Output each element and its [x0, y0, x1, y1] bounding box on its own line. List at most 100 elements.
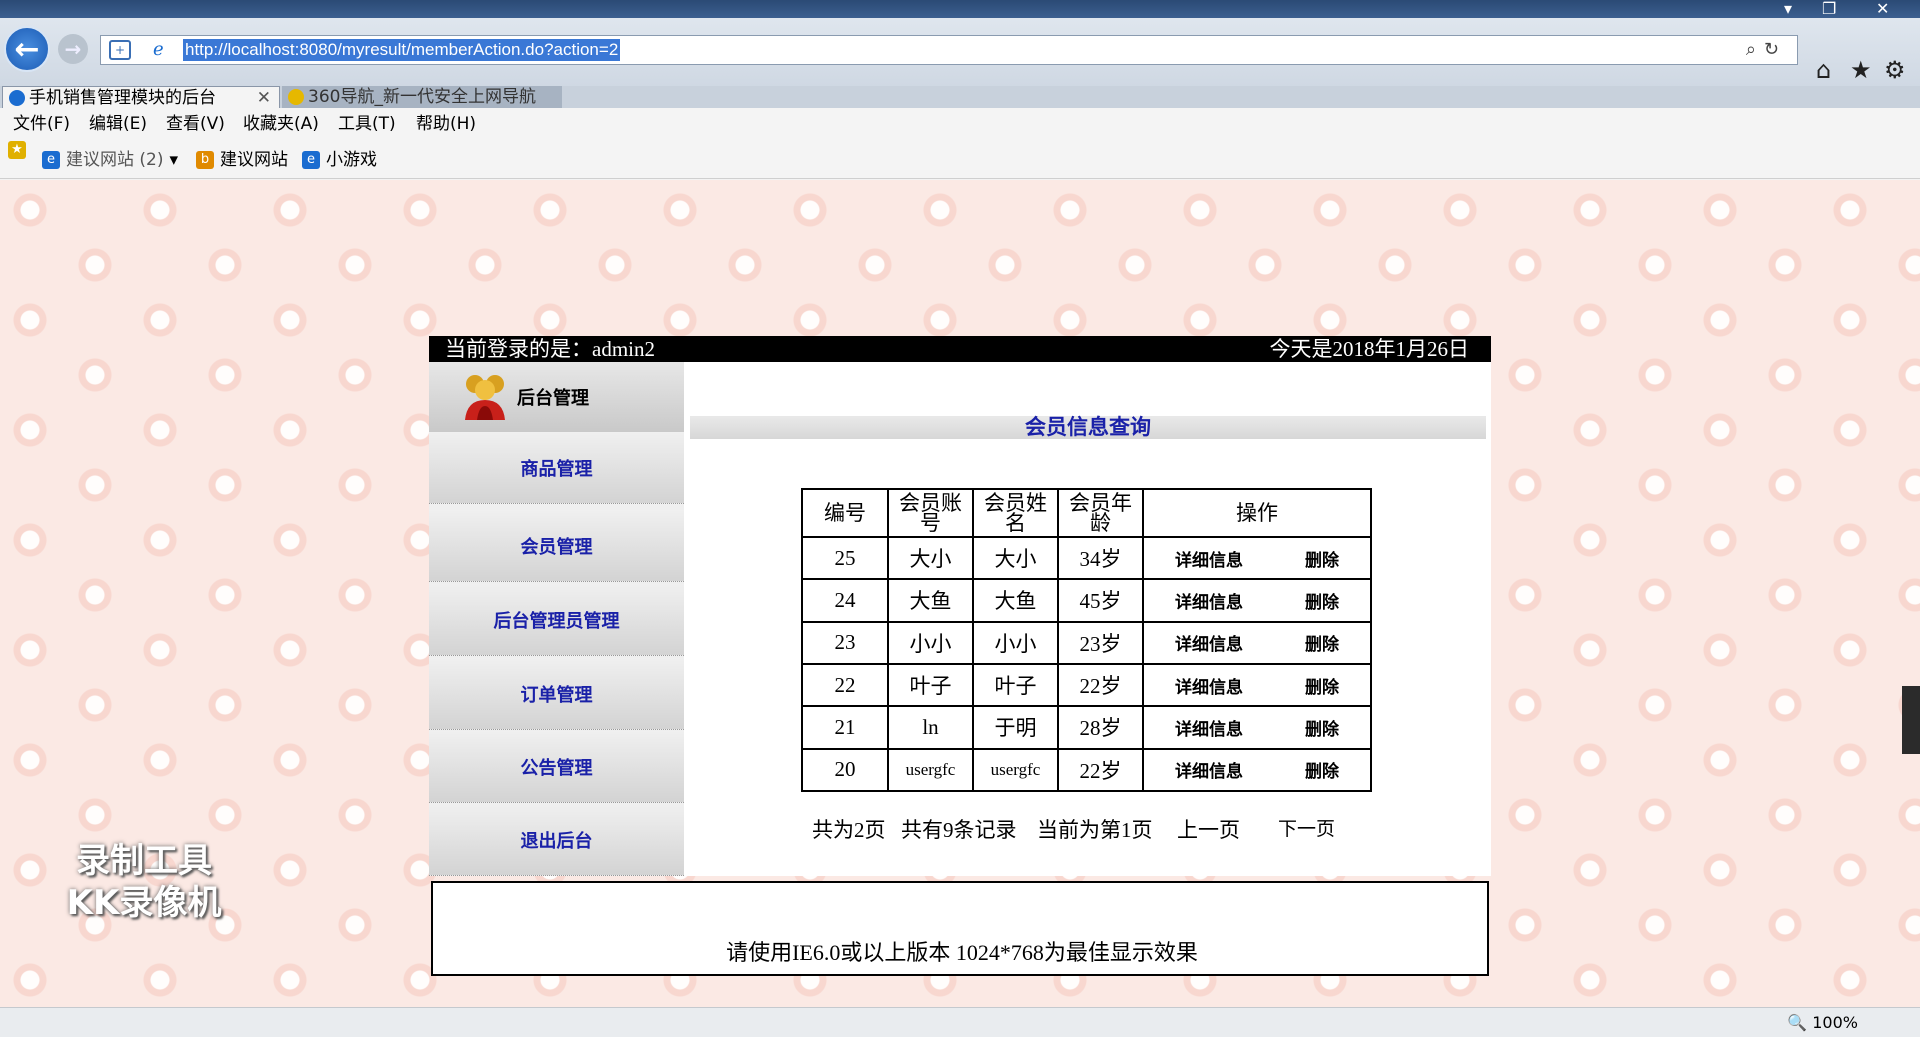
menu-tools[interactable]: 工具(T) [338, 108, 396, 141]
table-row: 22 叶子 叶子 22岁 详细信息 删除 [801, 662, 1372, 708]
zoom-icon: 🔍 [1787, 1013, 1808, 1032]
favorites-add-icon[interactable]: ★ [8, 141, 26, 159]
menu-favorites[interactable]: 收藏夹(A) [243, 108, 319, 141]
forward-button[interactable]: → [58, 34, 88, 64]
cell-account: 小小 [887, 620, 974, 665]
delete-link[interactable]: 删除 [1305, 630, 1339, 655]
cell-account: usergfc [887, 747, 974, 793]
favorites-star-icon[interactable]: ★ [1850, 56, 1872, 84]
detail-link[interactable]: 详细信息 [1175, 715, 1243, 740]
action-links: 详细信息 删除 [1144, 630, 1370, 655]
cell-id: 25 [801, 535, 889, 581]
watermark-line2: KK录像机 [66, 883, 222, 923]
cell-actions: 详细信息 删除 [1142, 535, 1372, 581]
action-links: 详细信息 删除 [1144, 757, 1370, 782]
tab-360[interactable]: 360导航_新一代安全上网导航 [282, 86, 562, 108]
zoom-level[interactable]: 🔍 100% [1787, 1008, 1858, 1037]
compat-view-icon[interactable]: + [109, 40, 131, 60]
gear-icon[interactable]: ⚙ [1884, 56, 1906, 84]
close-tab-icon[interactable]: ✕ [257, 87, 271, 109]
search-icon[interactable]: ⌕ [1746, 39, 1764, 60]
delete-link[interactable]: 删除 [1305, 588, 1339, 613]
sidebar-item-members[interactable]: 会员管理 [429, 510, 684, 582]
menu-edit[interactable]: 编辑(E) [89, 108, 147, 141]
table-row: 23 小小 小小 23岁 详细信息 删除 [801, 620, 1372, 665]
header-name: 会员姓名 [972, 488, 1059, 538]
prev-page-link[interactable]: 上一页 [1177, 814, 1240, 844]
cell-name: 小小 [972, 620, 1059, 665]
chevron-down-icon: ▾ [169, 150, 179, 170]
address-tools[interactable]: ⌕↻ [1746, 39, 1787, 60]
detail-link[interactable]: 详细信息 [1175, 673, 1243, 698]
pagination: 共为2页 共有9条记录 当前为第1页 上一页 下一页 [812, 814, 1372, 842]
cell-id: 24 [801, 578, 889, 623]
recorder-watermark: 录制工具 KK录像机 [44, 840, 244, 924]
tab-admin[interactable]: 手机销售管理模块的后台 ✕ [2, 86, 280, 108]
bing-icon: b [196, 151, 214, 169]
footer-text: 请使用IE6.0或以上版本 1024*768为最佳显示效果 [726, 940, 1198, 965]
header-actions: 操作 [1142, 488, 1372, 538]
cell-actions: 详细信息 删除 [1142, 662, 1372, 708]
cell-name: 大小 [972, 535, 1059, 581]
side-collapse-handle[interactable] [1902, 686, 1920, 754]
menu-help[interactable]: 帮助(H) [416, 108, 476, 141]
detail-link[interactable]: 详细信息 [1175, 630, 1243, 655]
date-text: 今天是2018年1月26日 [1269, 337, 1470, 361]
sidebar-item-products[interactable]: 商品管理 [429, 432, 684, 504]
close-window-icon[interactable]: ✕ [1876, 0, 1889, 18]
table-row: 25 大小 大小 34岁 详细信息 删除 [801, 535, 1372, 581]
sidebar-item-logout[interactable]: 退出后台 [429, 804, 684, 876]
detail-link[interactable]: 详细信息 [1175, 757, 1243, 782]
url-text[interactable]: http://localhost:8080/myresult/memberAct… [183, 39, 621, 61]
favorites-bar: ★ e 建议网站 (2) ▾ b 建议网站 e 小游戏 [0, 141, 1920, 179]
header-id: 编号 [801, 488, 889, 538]
back-button[interactable]: ← [4, 26, 50, 72]
sidebar-item-admins[interactable]: 后台管理员管理 [429, 584, 684, 656]
fav-suggested-sites-menu[interactable]: e 建议网站 (2) ▾ [42, 141, 178, 179]
page-content: 当前登录的是：admin2 今天是2018年1月26日 后台管理 商品管理 会员… [0, 180, 1920, 1007]
delete-link[interactable]: 删除 [1305, 715, 1339, 740]
table-row: 20 usergfc usergfc 22岁 详细信息 删除 [801, 747, 1372, 793]
cell-id: 21 [801, 705, 889, 750]
minimize-icon[interactable]: ▾ [1784, 0, 1792, 18]
ie-icon: e [302, 151, 320, 169]
fav-suggested-sites[interactable]: b 建议网站 [196, 141, 288, 179]
tab-label: 360导航_新一代安全上网导航 [308, 87, 536, 107]
delete-link[interactable]: 删除 [1305, 673, 1339, 698]
sidebar: 后台管理 商品管理 会员管理 后台管理员管理 订单管理 公告管理 退出后台 [429, 362, 684, 876]
cell-account: ln [887, 705, 974, 750]
menu-file[interactable]: 文件(F) [13, 108, 70, 141]
sidebar-header: 后台管理 [429, 362, 684, 432]
status-bar: 🔍 100% [0, 1007, 1920, 1037]
action-links: 详细信息 删除 [1144, 673, 1370, 698]
delete-link[interactable]: 删除 [1305, 546, 1339, 571]
restore-icon[interactable]: ❐ [1822, 0, 1836, 18]
action-links: 详细信息 删除 [1144, 588, 1370, 613]
cell-age: 34岁 [1057, 535, 1144, 581]
tab-label: 手机销售管理模块的后台 [29, 88, 216, 108]
tab-bar: 手机销售管理模块的后台 ✕ 360导航_新一代安全上网导航 [0, 86, 1920, 108]
fav-mini-games[interactable]: e 小游戏 [302, 141, 377, 179]
cell-actions: 详细信息 删除 [1142, 747, 1372, 793]
ie-page-icon: ℯ [153, 39, 164, 60]
next-page-link[interactable]: 下一页 [1278, 814, 1335, 841]
menu-bar: 文件(F) 编辑(E) 查看(V) 收藏夹(A) 工具(T) 帮助(H) [0, 108, 1920, 141]
home-icon[interactable]: ⌂ [1816, 56, 1831, 84]
cell-age: 22岁 [1057, 662, 1144, 708]
sidebar-item-notices[interactable]: 公告管理 [429, 731, 684, 803]
back-arrow-icon: ← [14, 31, 40, 67]
address-bar[interactable]: + ℯ http://localhost:8080/myresult/membe… [100, 35, 1798, 65]
cell-id: 22 [801, 662, 889, 708]
sidebar-title: 后台管理 [517, 388, 589, 409]
cell-name: usergfc [972, 747, 1059, 793]
nav360-tab-icon [288, 89, 304, 105]
detail-link[interactable]: 详细信息 [1175, 588, 1243, 613]
footer: 请使用IE6.0或以上版本 1024*768为最佳显示效果 [431, 881, 1489, 976]
header-account: 会员账号 [887, 488, 974, 538]
sidebar-item-orders[interactable]: 订单管理 [429, 658, 684, 730]
detail-link[interactable]: 详细信息 [1175, 546, 1243, 571]
menu-view[interactable]: 查看(V) [166, 108, 225, 141]
delete-link[interactable]: 删除 [1305, 757, 1339, 782]
refresh-icon[interactable]: ↻ [1764, 39, 1787, 60]
ie-tab-icon [9, 90, 25, 106]
